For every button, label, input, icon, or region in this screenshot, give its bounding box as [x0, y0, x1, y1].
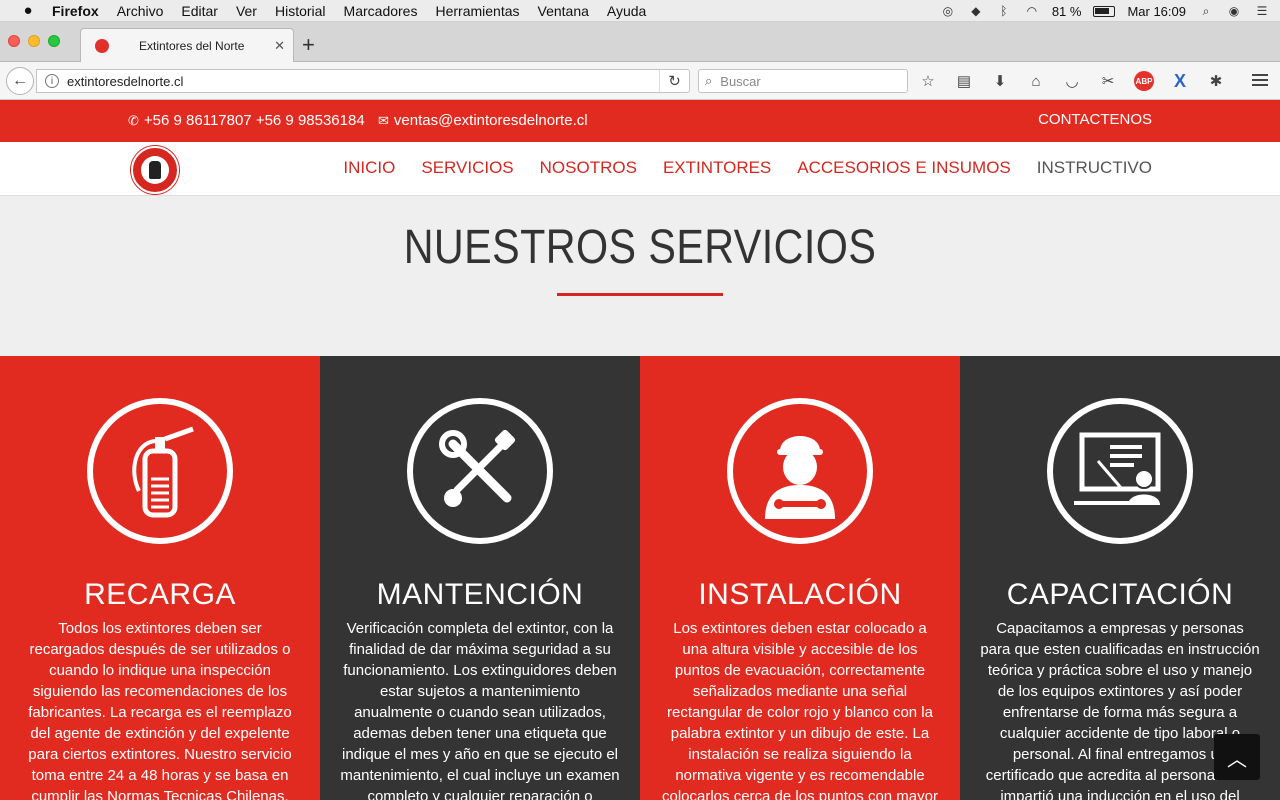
service-text: Todos los extintores deben ser recargado… [28, 620, 292, 800]
email-info: ✉ ventas@extintoresdelnorte.cl [378, 112, 588, 129]
services-hero: NUESTROS SERVICIOS [0, 196, 1280, 356]
menu-marcadores[interactable]: Marcadores [344, 3, 418, 19]
service-title: MANTENCIÓN [376, 578, 584, 611]
wifi-icon[interactable]: ◠ [1024, 4, 1040, 18]
spotlight-search-icon[interactable]: ⌕ [1198, 4, 1214, 18]
contact-link[interactable]: CONTACTENOS [1038, 111, 1152, 128]
close-window-button[interactable] [8, 35, 20, 47]
window-controls [8, 35, 60, 47]
menu-ventana[interactable]: Ventana [538, 3, 589, 19]
pocket-icon[interactable]: ◡ [1062, 71, 1082, 91]
status-area: ◎ ◆ ᛒ ◠ 81 % Mar 16:09 ⌕ ◉ ☰ [940, 0, 1270, 22]
service-title: CAPACITACIÓN [1006, 578, 1234, 611]
home-icon[interactable]: ⌂ [1026, 71, 1046, 91]
browser-tab-bar: Extintores del Norte ✕ + [0, 22, 1280, 62]
nav-nosotros[interactable]: NOSOTROS [540, 158, 637, 178]
battery-icon[interactable] [1093, 5, 1116, 17]
menu-archivo[interactable]: Archivo [117, 3, 164, 19]
hamburger-menu-icon[interactable] [1252, 72, 1268, 88]
service-mantencion: MANTENCIÓN Verificación completa del ext… [320, 356, 640, 800]
service-instalacion: INSTALACIÓN Los extintores deben estar c… [640, 356, 960, 800]
toolbar-icons: ☆ ▤ ⬇ ⌂ ◡ ✂ ABP X ✱ [918, 71, 1226, 91]
site-top-bar: ✆ +56 9 86117807 +56 9 98536184 ✉ ventas… [0, 100, 1280, 142]
nav-inicio[interactable]: INICIO [343, 158, 395, 178]
address-bar[interactable]: i extintoresdelnorte.cl ↻ [36, 69, 690, 93]
menu-ver[interactable]: Ver [236, 3, 257, 19]
menu-app-name[interactable]: Firefox [52, 3, 99, 19]
menu-herramientas[interactable]: Herramientas [435, 3, 519, 19]
back-button[interactable]: ← [6, 67, 34, 95]
service-title: RECARGA [84, 578, 236, 611]
page-title: NUESTROS SERVICIOS [403, 221, 877, 274]
zoom-window-button[interactable] [48, 35, 60, 47]
back-to-top-button[interactable]: ︿ [1214, 734, 1260, 780]
phone-icon: ✆ [128, 112, 139, 128]
clock[interactable]: Mar 16:09 [1127, 4, 1186, 19]
service-recarga: RECARGA Todos los extintores deben ser r… [0, 356, 320, 800]
nav-extintores[interactable]: EXTINTORES [663, 158, 771, 178]
phone-info: ✆ +56 9 86117807 +56 9 98536184 [128, 112, 365, 129]
email-link[interactable]: ventas@extintoresdelnorte.cl [394, 112, 588, 129]
search-icon: ⌕ [705, 73, 713, 88]
creative-cloud-icon[interactable]: ◎ [940, 4, 956, 18]
menu-historial[interactable]: Historial [275, 3, 326, 19]
siri-icon[interactable]: ◉ [1226, 4, 1242, 18]
tab-title: Extintores del Norte [139, 38, 245, 53]
services-grid: RECARGA Todos los extintores deben ser r… [0, 356, 1280, 800]
tools-icon [407, 398, 553, 544]
notification-center-icon[interactable]: ☰ [1254, 4, 1270, 18]
service-text: Verificación completa del extintor, con … [340, 620, 620, 800]
dropbox-icon[interactable]: ◆ [968, 4, 984, 18]
site-favicon-icon [95, 38, 109, 53]
envelope-icon: ✉ [378, 112, 389, 128]
macos-menu-bar: ● Firefox Archivo Editar Ver Historial M… [0, 0, 1280, 22]
minimize-window-button[interactable] [28, 35, 40, 47]
browser-nav-bar: ← i extintoresdelnorte.cl ↻ ⌕ Buscar ☆ ▤… [0, 62, 1280, 100]
extension-bug-icon[interactable]: ✱ [1206, 71, 1226, 91]
new-tab-icon[interactable]: + [302, 34, 315, 56]
site-logo[interactable] [131, 146, 179, 194]
extension-x-icon[interactable]: X [1170, 71, 1190, 91]
reader-list-icon[interactable]: ▤ [954, 71, 974, 91]
bookmark-star-icon[interactable]: ☆ [918, 71, 938, 91]
search-input[interactable]: ⌕ Buscar [698, 69, 908, 93]
presentation-icon [1047, 398, 1193, 544]
reload-icon[interactable]: ↻ [659, 70, 689, 92]
service-title: INSTALACIÓN [698, 578, 902, 611]
site-main-nav: INICIO SERVICIOS NOSOTROS EXTINTORES ACC… [0, 142, 1280, 196]
downloads-icon[interactable]: ⬇ [990, 71, 1010, 91]
bluetooth-icon[interactable]: ᛒ [996, 4, 1012, 18]
menu-editar[interactable]: Editar [181, 3, 218, 19]
phone-numbers[interactable]: +56 9 86117807 +56 9 98536184 [144, 112, 365, 129]
adblock-plus-icon[interactable]: ABP [1134, 71, 1154, 91]
search-placeholder: Buscar [720, 73, 761, 89]
screenshot-icon[interactable]: ✂ [1098, 71, 1118, 91]
active-tab[interactable]: Extintores del Norte ✕ [80, 28, 294, 62]
technician-icon [727, 398, 873, 544]
apple-menu-icon[interactable]: ● [18, 2, 38, 19]
extinguisher-icon [87, 398, 233, 544]
nav-menu: INICIO SERVICIOS NOSOTROS EXTINTORES ACC… [343, 158, 1152, 178]
site-info-icon[interactable]: i [45, 74, 59, 88]
nav-accesorios[interactable]: ACCESORIOS E INSUMOS [797, 158, 1010, 178]
tab-close-icon[interactable]: ✕ [274, 38, 285, 54]
fire-fighter-logo-icon [149, 161, 161, 179]
nav-servicios[interactable]: SERVICIOS [421, 158, 513, 178]
title-underline [557, 293, 723, 296]
menu-ayuda[interactable]: Ayuda [607, 3, 646, 19]
web-page: ✆ +56 9 86117807 +56 9 98536184 ✉ ventas… [0, 100, 1280, 800]
url-text[interactable]: extintoresdelnorte.cl [67, 74, 659, 89]
chevron-up-icon: ︿ [1227, 748, 1247, 771]
service-text: Los extintores deben estar colocado a un… [662, 620, 938, 800]
battery-percent: 81 % [1051, 3, 1082, 19]
nav-instructivo[interactable]: INSTRUCTIVO [1037, 158, 1152, 178]
